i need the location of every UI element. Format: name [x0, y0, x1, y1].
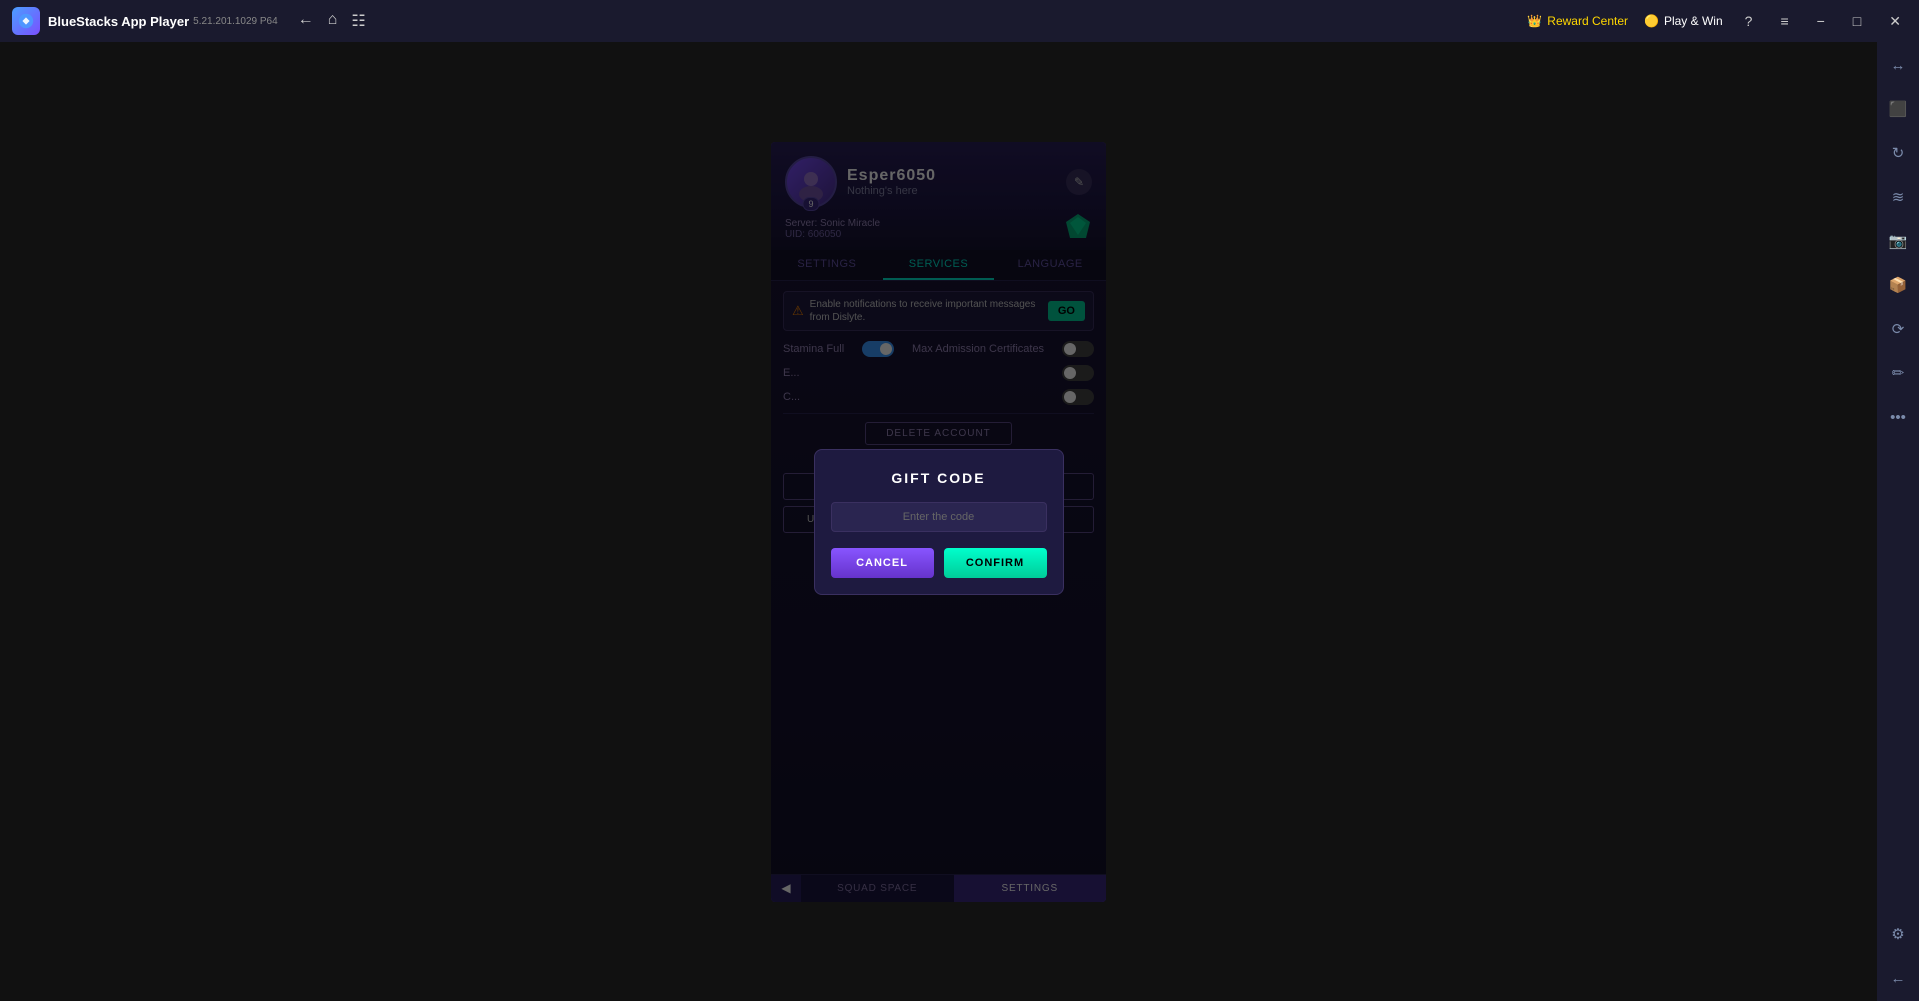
close-btn[interactable]: ✕: [1883, 11, 1907, 32]
modal-confirm-btn[interactable]: CONFIRM: [944, 548, 1047, 578]
gift-code-input[interactable]: [831, 502, 1047, 532]
reward-center-label: Reward Center: [1547, 14, 1628, 28]
title-bar-right: 👑 Reward Center 🟡 Play & Win ? ≡ − □ ✕: [1527, 11, 1907, 32]
windows-icon[interactable]: ☷: [351, 11, 365, 31]
crown-icon: 👑: [1527, 14, 1542, 28]
sidebar-icon-shake[interactable]: ≋: [1885, 184, 1911, 210]
app-name: BlueStacks App Player: [48, 14, 189, 29]
title-bar: BlueStacks App Player 5.21.201.1029 P64 …: [0, 0, 1919, 42]
sidebar-icon-2[interactable]: ⬛: [1885, 96, 1911, 122]
sidebar-icon-dots[interactable]: •••: [1885, 404, 1911, 430]
play-win-btn[interactable]: 🟡 Play & Win: [1644, 14, 1723, 28]
help-btn[interactable]: ?: [1739, 11, 1759, 31]
window-nav: ← ⌂ ☷: [298, 11, 366, 31]
sidebar-icon-arrow[interactable]: ←: [1885, 965, 1911, 991]
app-logo: [12, 7, 40, 35]
menu-btn[interactable]: ≡: [1774, 11, 1794, 31]
sidebar-icon-settings[interactable]: ⚙: [1885, 921, 1911, 947]
right-sidebar: ↔ ⬛ ↻ ≋ 📷 📦 ⟳ ✏ ••• ⚙ ←: [1877, 42, 1919, 1001]
play-win-label: Play & Win: [1664, 14, 1723, 28]
sidebar-icon-apk[interactable]: 📦: [1885, 272, 1911, 298]
game-window: 9 Esper6050 Nothing's here ✎ Server: Son…: [771, 142, 1106, 902]
modal-cancel-btn[interactable]: CANCEL: [831, 548, 934, 578]
reward-center-btn[interactable]: 👑 Reward Center: [1527, 14, 1628, 28]
minimize-btn[interactable]: −: [1811, 11, 1831, 31]
maximize-btn[interactable]: □: [1847, 11, 1867, 31]
back-icon[interactable]: ←: [298, 11, 314, 31]
modal-title: GIFT CODE: [831, 470, 1047, 486]
sidebar-icon-edit[interactable]: ✏: [1885, 360, 1911, 386]
sidebar-icon-rotate[interactable]: ↻: [1885, 140, 1911, 166]
sidebar-icon-refresh[interactable]: ⟳: [1885, 316, 1911, 342]
main-area: 9 Esper6050 Nothing's here ✎ Server: Son…: [0, 42, 1877, 1001]
coin-icon: 🟡: [1644, 14, 1659, 28]
gift-code-modal: GIFT CODE CANCEL CONFIRM: [814, 449, 1064, 595]
sidebar-icon-1[interactable]: ↔: [1885, 52, 1911, 78]
home-icon[interactable]: ⌂: [328, 11, 338, 31]
modal-overlay: GIFT CODE CANCEL CONFIRM: [771, 142, 1106, 902]
modal-buttons: CANCEL CONFIRM: [831, 548, 1047, 578]
sidebar-icon-camera[interactable]: 📷: [1885, 228, 1911, 254]
app-version: 5.21.201.1029 P64: [193, 16, 278, 27]
